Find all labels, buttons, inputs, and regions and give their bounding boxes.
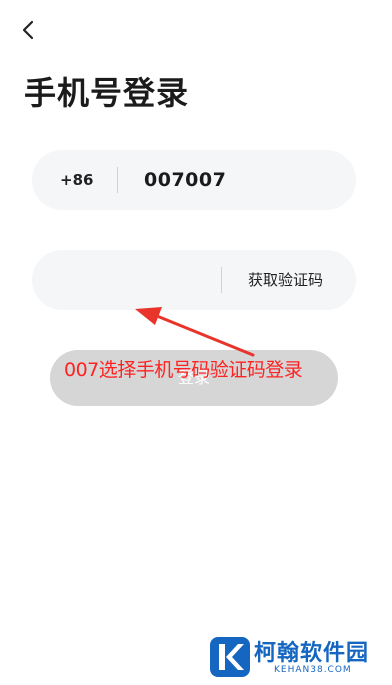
watermark: 柯翰软件园 KEHAN38.COM bbox=[210, 633, 380, 679]
chevron-left-icon bbox=[22, 20, 34, 40]
annotation-caption: 007选择手机号码验证码登录 bbox=[64, 359, 303, 381]
country-code-selector[interactable]: +86 bbox=[60, 150, 93, 210]
verification-code-input[interactable] bbox=[56, 250, 206, 310]
divider bbox=[117, 167, 118, 193]
phone-field[interactable]: +86 007007 bbox=[32, 150, 356, 210]
get-code-button[interactable]: 获取验证码 bbox=[248, 250, 323, 310]
page-title: 手机号登录 bbox=[24, 74, 190, 112]
phone-number-input[interactable]: 007007 bbox=[144, 150, 226, 210]
kehan-logo-icon bbox=[210, 637, 250, 677]
login-screen: 手机号登录 +86 007007 获取验证码 登录 007选择手机号码验证码登录… bbox=[0, 0, 392, 685]
divider bbox=[221, 267, 222, 293]
back-button[interactable] bbox=[14, 16, 42, 44]
verification-code-field[interactable]: 获取验证码 bbox=[32, 250, 356, 310]
watermark-domain: KEHAN38.COM bbox=[274, 665, 352, 675]
watermark-name: 柯翰软件园 bbox=[254, 641, 370, 666]
